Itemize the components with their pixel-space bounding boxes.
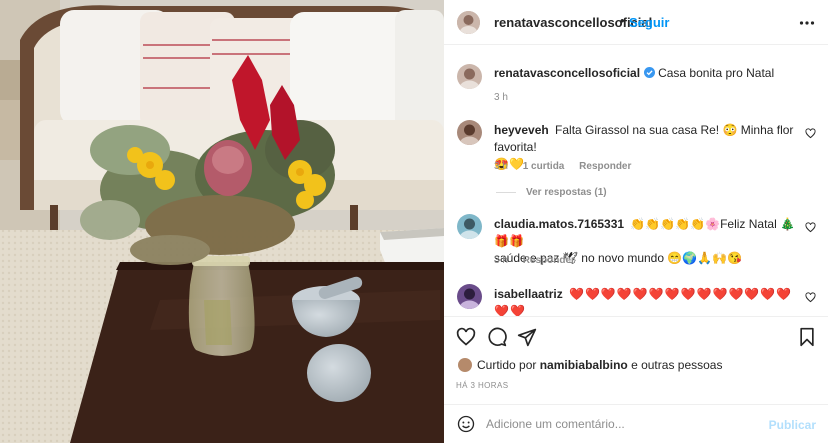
commenter-avatar[interactable] [457,214,482,239]
comments-list[interactable]: renatavasconcellosoficial Casa bonita pro… [444,46,828,316]
caption-meta: 3 h [494,92,520,103]
caption-body: Casa bonita pro Natal [658,66,775,80]
comment-icon[interactable] [487,327,507,347]
comment-text: isabellaatriz ❤️❤️❤️❤️❤️❤️❤️❤️❤️❤️❤️❤️❤️… [494,286,802,316]
verified-badge-icon [644,67,656,78]
commenter-avatar[interactable] [457,284,482,309]
separator-dot: • [620,13,625,28]
comment-username[interactable]: isabellaatriz [494,287,563,301]
comment-meta: 3 h Responder [494,255,587,266]
comment-username[interactable]: heyveveh [494,123,549,137]
follow-button[interactable]: Seguir [629,15,669,30]
post-timestamp[interactable]: HÁ 3 HORAS [456,381,508,390]
liked-by-prefix: Curtido por [477,358,537,372]
comment-meta: 3 h 1 curtida Responder [494,161,643,172]
comment-username[interactable]: claudia.matos.7165331 [494,217,624,231]
heart-icon[interactable] [456,327,476,347]
flower-vase-photo [0,0,444,443]
view-replies-button[interactable]: Ver respostas (1) [496,187,607,198]
emoji-smile-icon[interactable] [457,415,475,433]
author-avatar[interactable] [457,11,480,34]
add-comment-bar: Publicar [444,404,828,443]
more-horizontal-icon[interactable] [799,16,815,30]
author-avatar[interactable] [457,64,482,89]
publish-button[interactable]: Publicar [769,418,816,432]
comment-like-heart-icon[interactable] [805,128,816,139]
post-panel: renatavasconcellosoficial • Seguir renat… [444,0,828,443]
liked-by-suffix[interactable]: e outras pessoas [631,358,722,372]
commenter-avatar[interactable] [457,120,482,145]
comment-likes-count[interactable]: 1 curtida [523,161,565,172]
post-header: renatavasconcellosoficial • Seguir [444,0,828,45]
comment-input[interactable] [486,414,756,434]
liker-avatar[interactable] [458,358,472,372]
caption-time: 3 h [494,92,508,103]
liked-by: Curtido por namibiabalbino e outras pess… [458,358,722,372]
reply-button[interactable]: Responder [523,255,575,266]
post-photo[interactable] [0,0,444,443]
post-actions: Curtido por namibiabalbino e outras pess… [444,316,828,396]
reply-button[interactable]: Responder [579,161,631,172]
replies-divider [496,191,516,193]
comment-like-heart-icon[interactable] [805,222,816,233]
liked-by-user[interactable]: namibiabalbino [540,358,628,372]
send-icon[interactable] [517,327,537,347]
caption-text: renatavasconcellosoficial Casa bonita pro… [494,65,802,82]
caption-username[interactable]: renatavasconcellosoficial [494,66,640,80]
bookmark-icon[interactable] [797,327,817,347]
comment-time: 3 h [494,161,508,172]
comment-like-heart-icon[interactable] [805,292,816,303]
view-replies-label[interactable]: Ver respostas (1) [526,187,607,198]
comment-time: 3 h [494,255,508,266]
